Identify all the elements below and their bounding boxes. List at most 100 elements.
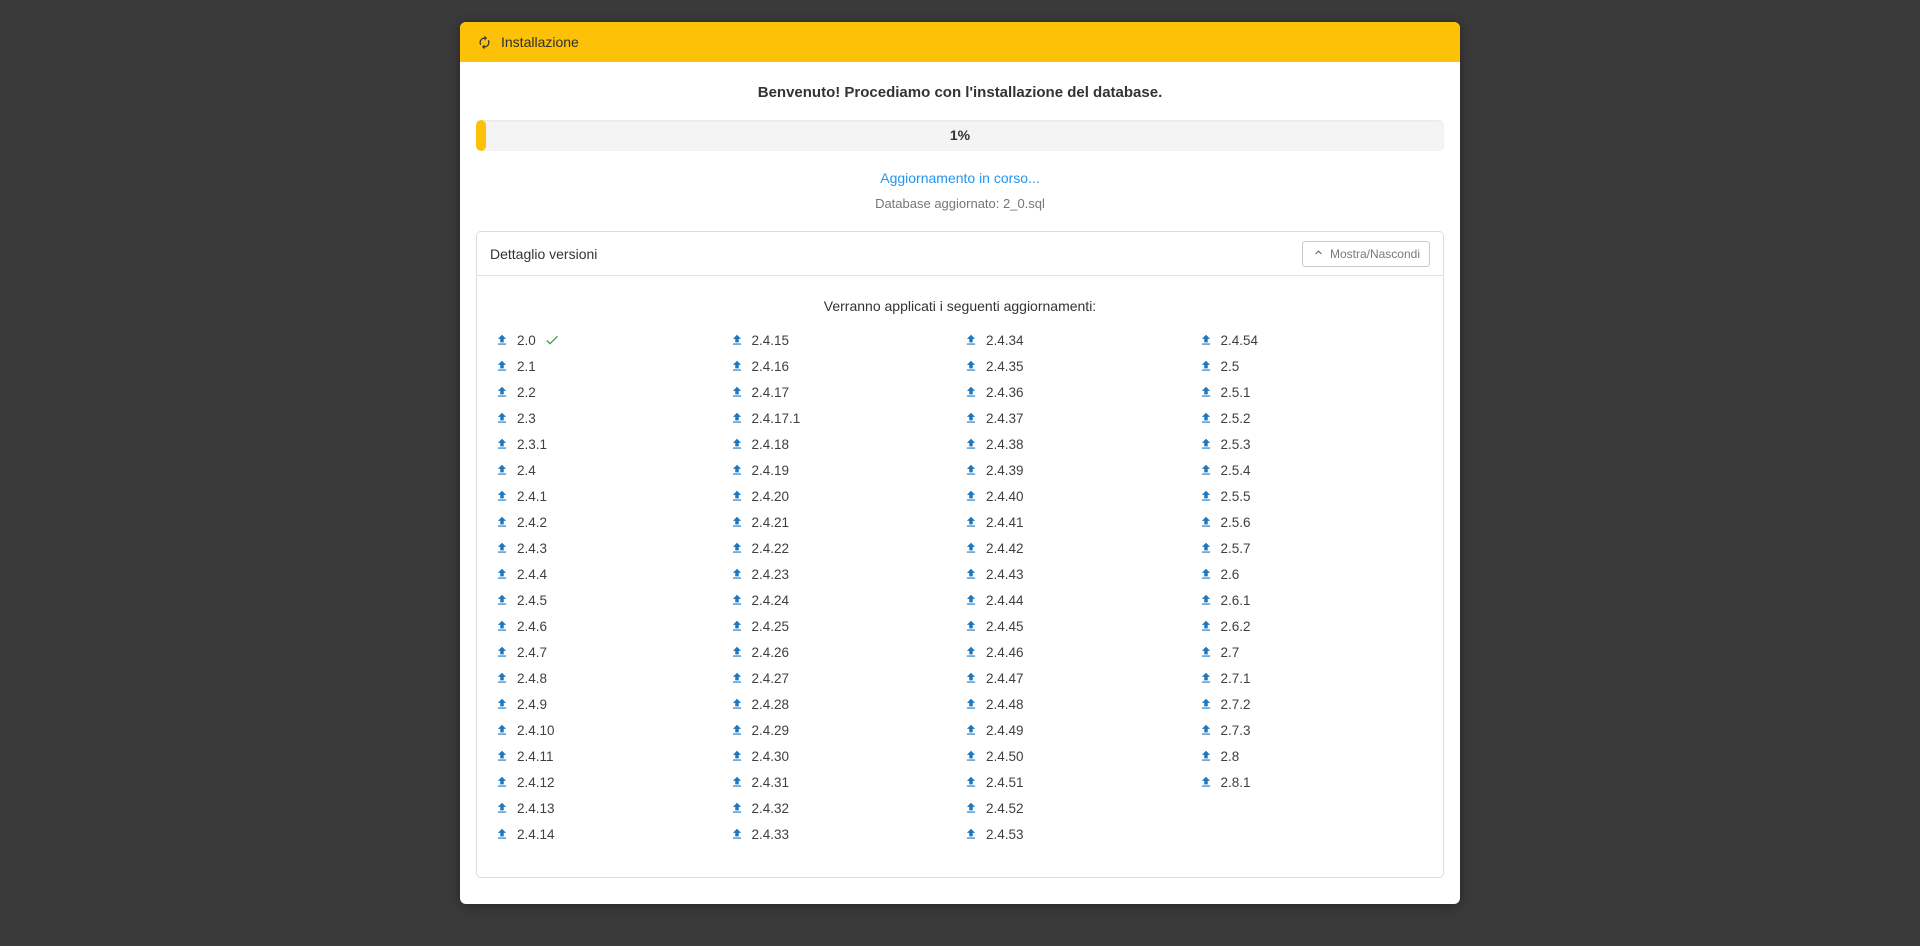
upload-icon: [495, 489, 509, 503]
version-item: 2.2: [491, 379, 726, 405]
version-item: 2.4.26: [726, 639, 961, 665]
upload-icon: [730, 541, 744, 555]
version-item: 2.4.27: [726, 665, 961, 691]
version-label: 2.5.4: [1221, 463, 1251, 478]
version-item: 2.5: [1195, 353, 1430, 379]
version-item: 2.7: [1195, 639, 1430, 665]
version-item: 2.4.5: [491, 587, 726, 613]
version-label: 2.7.1: [1221, 671, 1251, 686]
upload-icon: [495, 437, 509, 451]
version-label: 2.4.8: [517, 671, 547, 686]
progress-bar: 1%: [476, 120, 1444, 151]
version-item: 2.4.30: [726, 743, 961, 769]
version-item: 2.5.3: [1195, 431, 1430, 457]
upload-icon: [964, 723, 978, 737]
version-item: 2.0: [491, 327, 726, 353]
upload-icon: [730, 697, 744, 711]
version-label: 2.6.2: [1221, 619, 1251, 634]
version-column: 2.4.542.52.5.1 2.5.2 2.5.3 2.5.4 2.5.5 2.5.6 2…: [1195, 327, 1430, 847]
version-item: 2.3: [491, 405, 726, 431]
version-item: 2.4.36: [960, 379, 1195, 405]
version-label: 2.4.39: [986, 463, 1024, 478]
version-label: 2.5.2: [1221, 411, 1251, 426]
check-icon: [544, 332, 560, 348]
version-item: 2.1: [491, 353, 726, 379]
toggle-versions-label: Mostra/Nascondi: [1330, 247, 1420, 261]
version-item: 2.4.2: [491, 509, 726, 535]
upload-icon: [1199, 411, 1213, 425]
version-label: 2.4.20: [752, 489, 790, 504]
version-label: 2.4.2: [517, 515, 547, 530]
upload-icon: [1199, 593, 1213, 607]
version-item: 2.4.25: [726, 613, 961, 639]
version-item: 2.4.39: [960, 457, 1195, 483]
version-label: 2.4.33: [752, 827, 790, 842]
version-item: 2.4.14: [491, 821, 726, 847]
upload-icon: [730, 827, 744, 841]
version-item: 2.4.4: [491, 561, 726, 587]
card-body: Benvenuto! Procediamo con l'installazion…: [460, 62, 1460, 904]
upload-icon: [964, 671, 978, 685]
upload-icon: [964, 359, 978, 373]
version-label: 2.4.13: [517, 801, 555, 816]
version-label: 2.5.7: [1221, 541, 1251, 556]
version-item: 2.5.4: [1195, 457, 1430, 483]
upload-icon: [730, 437, 744, 451]
version-column: 2.4.342.4.352.4.362.4.372.4.382.4.392.4.…: [960, 327, 1195, 847]
version-label: 2.4.9: [517, 697, 547, 712]
version-label: 2.4.37: [986, 411, 1024, 426]
upload-icon: [1199, 775, 1213, 789]
version-item: 2.4.35: [960, 353, 1195, 379]
version-item: 2.4.54: [1195, 327, 1430, 353]
upload-icon: [964, 385, 978, 399]
upload-icon: [730, 645, 744, 659]
version-item: 2.4.23: [726, 561, 961, 587]
version-item: 2.4.19: [726, 457, 961, 483]
version-item: 2.4.21: [726, 509, 961, 535]
upload-icon: [1199, 515, 1213, 529]
version-item: 2.8: [1195, 743, 1430, 769]
version-item: 2.4.22: [726, 535, 961, 561]
version-label: 2.4.3: [517, 541, 547, 556]
upload-icon: [495, 671, 509, 685]
version-item: 2.4.6: [491, 613, 726, 639]
version-label: 2.4.22: [752, 541, 790, 556]
version-item: 2.8.1: [1195, 769, 1430, 795]
version-label: 2.5.3: [1221, 437, 1251, 452]
upload-icon: [1199, 489, 1213, 503]
version-item: 2.4.34: [960, 327, 1195, 353]
version-item: 2.5.1: [1195, 379, 1430, 405]
upload-icon: [495, 463, 509, 477]
upload-icon: [1199, 385, 1213, 399]
version-label: 2.4.43: [986, 567, 1024, 582]
version-item: 2.6.1: [1195, 587, 1430, 613]
version-label: 2.3: [517, 411, 536, 426]
version-label: 2.4.1: [517, 489, 547, 504]
version-item: 2.4.13: [491, 795, 726, 821]
card-header: Installazione: [460, 22, 1460, 62]
version-label: 2.8.1: [1221, 775, 1251, 790]
upload-icon: [1199, 619, 1213, 633]
upload-icon: [730, 411, 744, 425]
upload-icon: [730, 619, 744, 633]
upload-icon: [1199, 567, 1213, 581]
version-item: 2.4.33: [726, 821, 961, 847]
versions-panel-body: Verranno applicati i seguenti aggiorname…: [477, 276, 1443, 877]
toggle-versions-button[interactable]: Mostra/Nascondi: [1302, 241, 1430, 267]
version-item: 2.4.20: [726, 483, 961, 509]
version-item: 2.4.9: [491, 691, 726, 717]
upload-icon: [730, 385, 744, 399]
version-label: 2.4.52: [986, 801, 1024, 816]
version-label: 2.4.4: [517, 567, 547, 582]
version-column: 2.02.12.22.32.3.12.42.4.12.4.22.4.32.4.4…: [491, 327, 726, 847]
panel-title: Dettaglio versioni: [490, 246, 597, 262]
version-label: 2.4.41: [986, 515, 1024, 530]
upload-icon: [964, 749, 978, 763]
upload-icon: [495, 775, 509, 789]
upload-icon: [495, 567, 509, 581]
version-item: 2.5.6: [1195, 509, 1430, 535]
status-link[interactable]: Aggiornamento in corso...: [476, 170, 1444, 186]
version-label: 2.2: [517, 385, 536, 400]
version-label: 2.7.3: [1221, 723, 1251, 738]
version-label: 2.5.5: [1221, 489, 1251, 504]
